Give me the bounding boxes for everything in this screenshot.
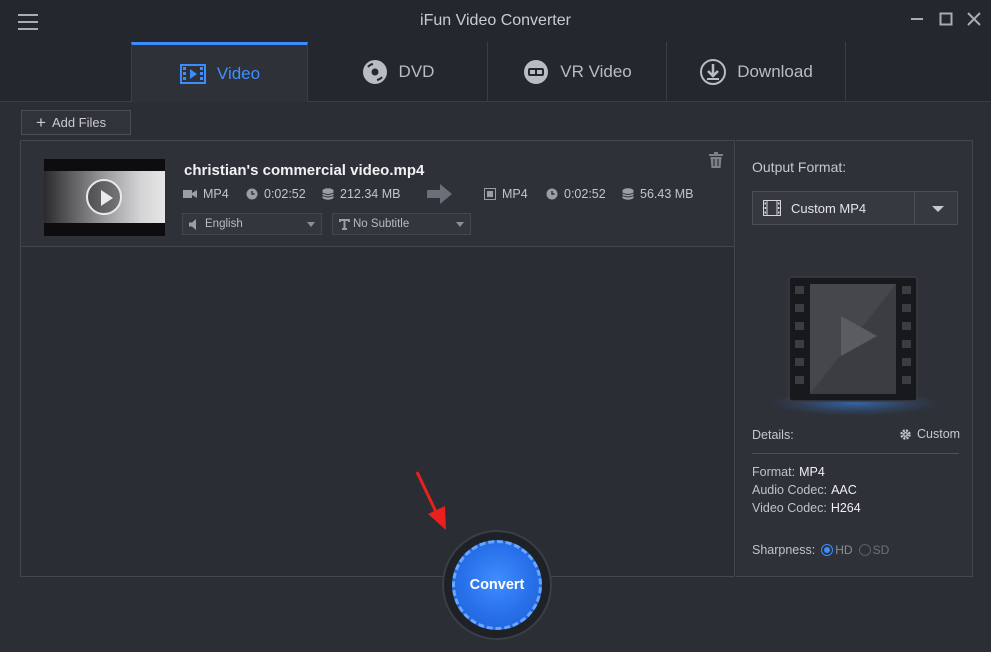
radio-dot bbox=[858, 544, 871, 556]
source-size: 212.34 MB bbox=[322, 187, 400, 201]
source-size-label: 212.34 MB bbox=[340, 187, 401, 201]
sharpness-label: Sharpness: bbox=[752, 543, 816, 557]
custom-settings-button[interactable]: Custom bbox=[899, 427, 960, 441]
spec-format-label: Format: bbox=[752, 465, 796, 479]
sharpness-sd-radio[interactable]: SD bbox=[858, 543, 890, 557]
target-duration-label: 0:02:52 bbox=[564, 187, 606, 201]
annotation-arrow-icon bbox=[415, 471, 446, 530]
audio-track-dropdown[interactable]: English bbox=[182, 213, 322, 235]
tab-download-label: Download bbox=[737, 62, 813, 81]
tab-vr-video[interactable]: VR Video bbox=[488, 42, 667, 102]
target-size-label: 56.43 MB bbox=[640, 187, 694, 201]
trash-icon[interactable] bbox=[709, 152, 723, 168]
sharpness-control: Sharpness: HD SD bbox=[752, 543, 889, 557]
target-duration: 0:02:52 bbox=[546, 187, 606, 201]
video-thumbnail[interactable] bbox=[44, 159, 165, 236]
sharpness-hd-radio[interactable]: HD bbox=[821, 543, 853, 557]
source-format-label: MP4 bbox=[203, 187, 229, 201]
storage-icon bbox=[322, 188, 334, 200]
tab-video[interactable]: Video bbox=[131, 42, 308, 102]
speaker-icon bbox=[189, 218, 196, 230]
target-format: MP4 bbox=[484, 187, 528, 201]
output-format-label: Output Format: bbox=[752, 159, 847, 175]
close-icon[interactable] bbox=[965, 10, 983, 28]
film-icon bbox=[484, 188, 496, 200]
chevron-down-icon bbox=[456, 222, 464, 227]
video-icon bbox=[179, 63, 206, 84]
target-size: 56.43 MB bbox=[622, 187, 694, 201]
tab-dvd-label: DVD bbox=[398, 62, 435, 81]
output-format-select[interactable]: Custom MP4 bbox=[752, 191, 958, 225]
tab-bar: Video DVD VR Video Download bbox=[0, 42, 991, 102]
radio-dot bbox=[821, 544, 834, 556]
spec-video-codec-value: H264 bbox=[830, 501, 861, 515]
add-files-label: Add Files bbox=[51, 115, 107, 130]
clock-icon bbox=[246, 188, 258, 200]
sharpness-hd-label: HD bbox=[835, 543, 853, 557]
vr-headset-icon bbox=[524, 60, 549, 84]
details-divider bbox=[752, 453, 959, 454]
file-name: christian's commercial video.mp4 bbox=[184, 162, 425, 179]
sharpness-sd-label: SD bbox=[872, 543, 890, 557]
download-icon bbox=[700, 59, 727, 85]
file-row[interactable]: christian's commercial video.mp4 MP4 0:0… bbox=[21, 141, 734, 247]
spec-format: Format: MP4 bbox=[752, 465, 825, 479]
convert-label: Convert bbox=[469, 577, 525, 593]
output-format-value: Custom MP4 bbox=[791, 200, 867, 216]
dvd-icon bbox=[362, 60, 387, 84]
tab-vr-video-label: VR Video bbox=[560, 62, 632, 81]
spec-video-codec-label: Video Codec: bbox=[752, 501, 827, 515]
source-duration-label: 0:02:52 bbox=[264, 187, 306, 201]
add-files-button[interactable]: + Add Files bbox=[21, 110, 131, 135]
minimize-icon[interactable] bbox=[908, 10, 926, 28]
video-preview-icon bbox=[788, 276, 918, 402]
clock-icon bbox=[546, 188, 558, 200]
subtitle-dropdown[interactable]: No Subtitle bbox=[332, 213, 471, 235]
camera-icon bbox=[183, 190, 197, 198]
spec-format-value: MP4 bbox=[799, 465, 825, 479]
subtitle-value: No Subtitle bbox=[353, 218, 410, 230]
tab-video-label: Video bbox=[216, 63, 261, 83]
target-format-label: MP4 bbox=[502, 187, 528, 201]
title-bar: iFun Video Converter bbox=[0, 0, 991, 42]
source-duration: 0:02:52 bbox=[246, 187, 306, 201]
maximize-icon[interactable] bbox=[937, 10, 955, 28]
tab-dvd[interactable]: DVD bbox=[308, 42, 488, 102]
convert-button[interactable]: Convert bbox=[452, 540, 542, 630]
plus-icon: + bbox=[36, 113, 46, 132]
spec-video-codec: Video Codec: H264 bbox=[752, 501, 861, 515]
spec-audio-codec: Audio Codec: AAC bbox=[752, 483, 857, 497]
chevron-down-icon[interactable] bbox=[932, 206, 944, 212]
source-format: MP4 bbox=[183, 187, 229, 201]
select-divider bbox=[914, 192, 915, 224]
chevron-down-icon bbox=[307, 222, 315, 227]
text-icon bbox=[339, 218, 350, 230]
spec-audio-codec-value: AAC bbox=[831, 483, 857, 497]
audio-track-value: English bbox=[205, 218, 243, 230]
app-title: iFun Video Converter bbox=[420, 12, 571, 29]
tab-download[interactable]: Download bbox=[667, 42, 846, 102]
spec-audio-codec-label: Audio Codec: bbox=[752, 483, 828, 497]
film-strip-icon bbox=[763, 200, 781, 216]
custom-label: Custom bbox=[917, 427, 961, 441]
details-label: Details: bbox=[752, 428, 794, 442]
convert-arrow-icon bbox=[427, 184, 452, 204]
storage-icon bbox=[622, 188, 634, 200]
gear-icon bbox=[900, 428, 911, 440]
play-icon[interactable] bbox=[86, 179, 122, 215]
file-list-panel: christian's commercial video.mp4 MP4 0:0… bbox=[20, 140, 735, 577]
